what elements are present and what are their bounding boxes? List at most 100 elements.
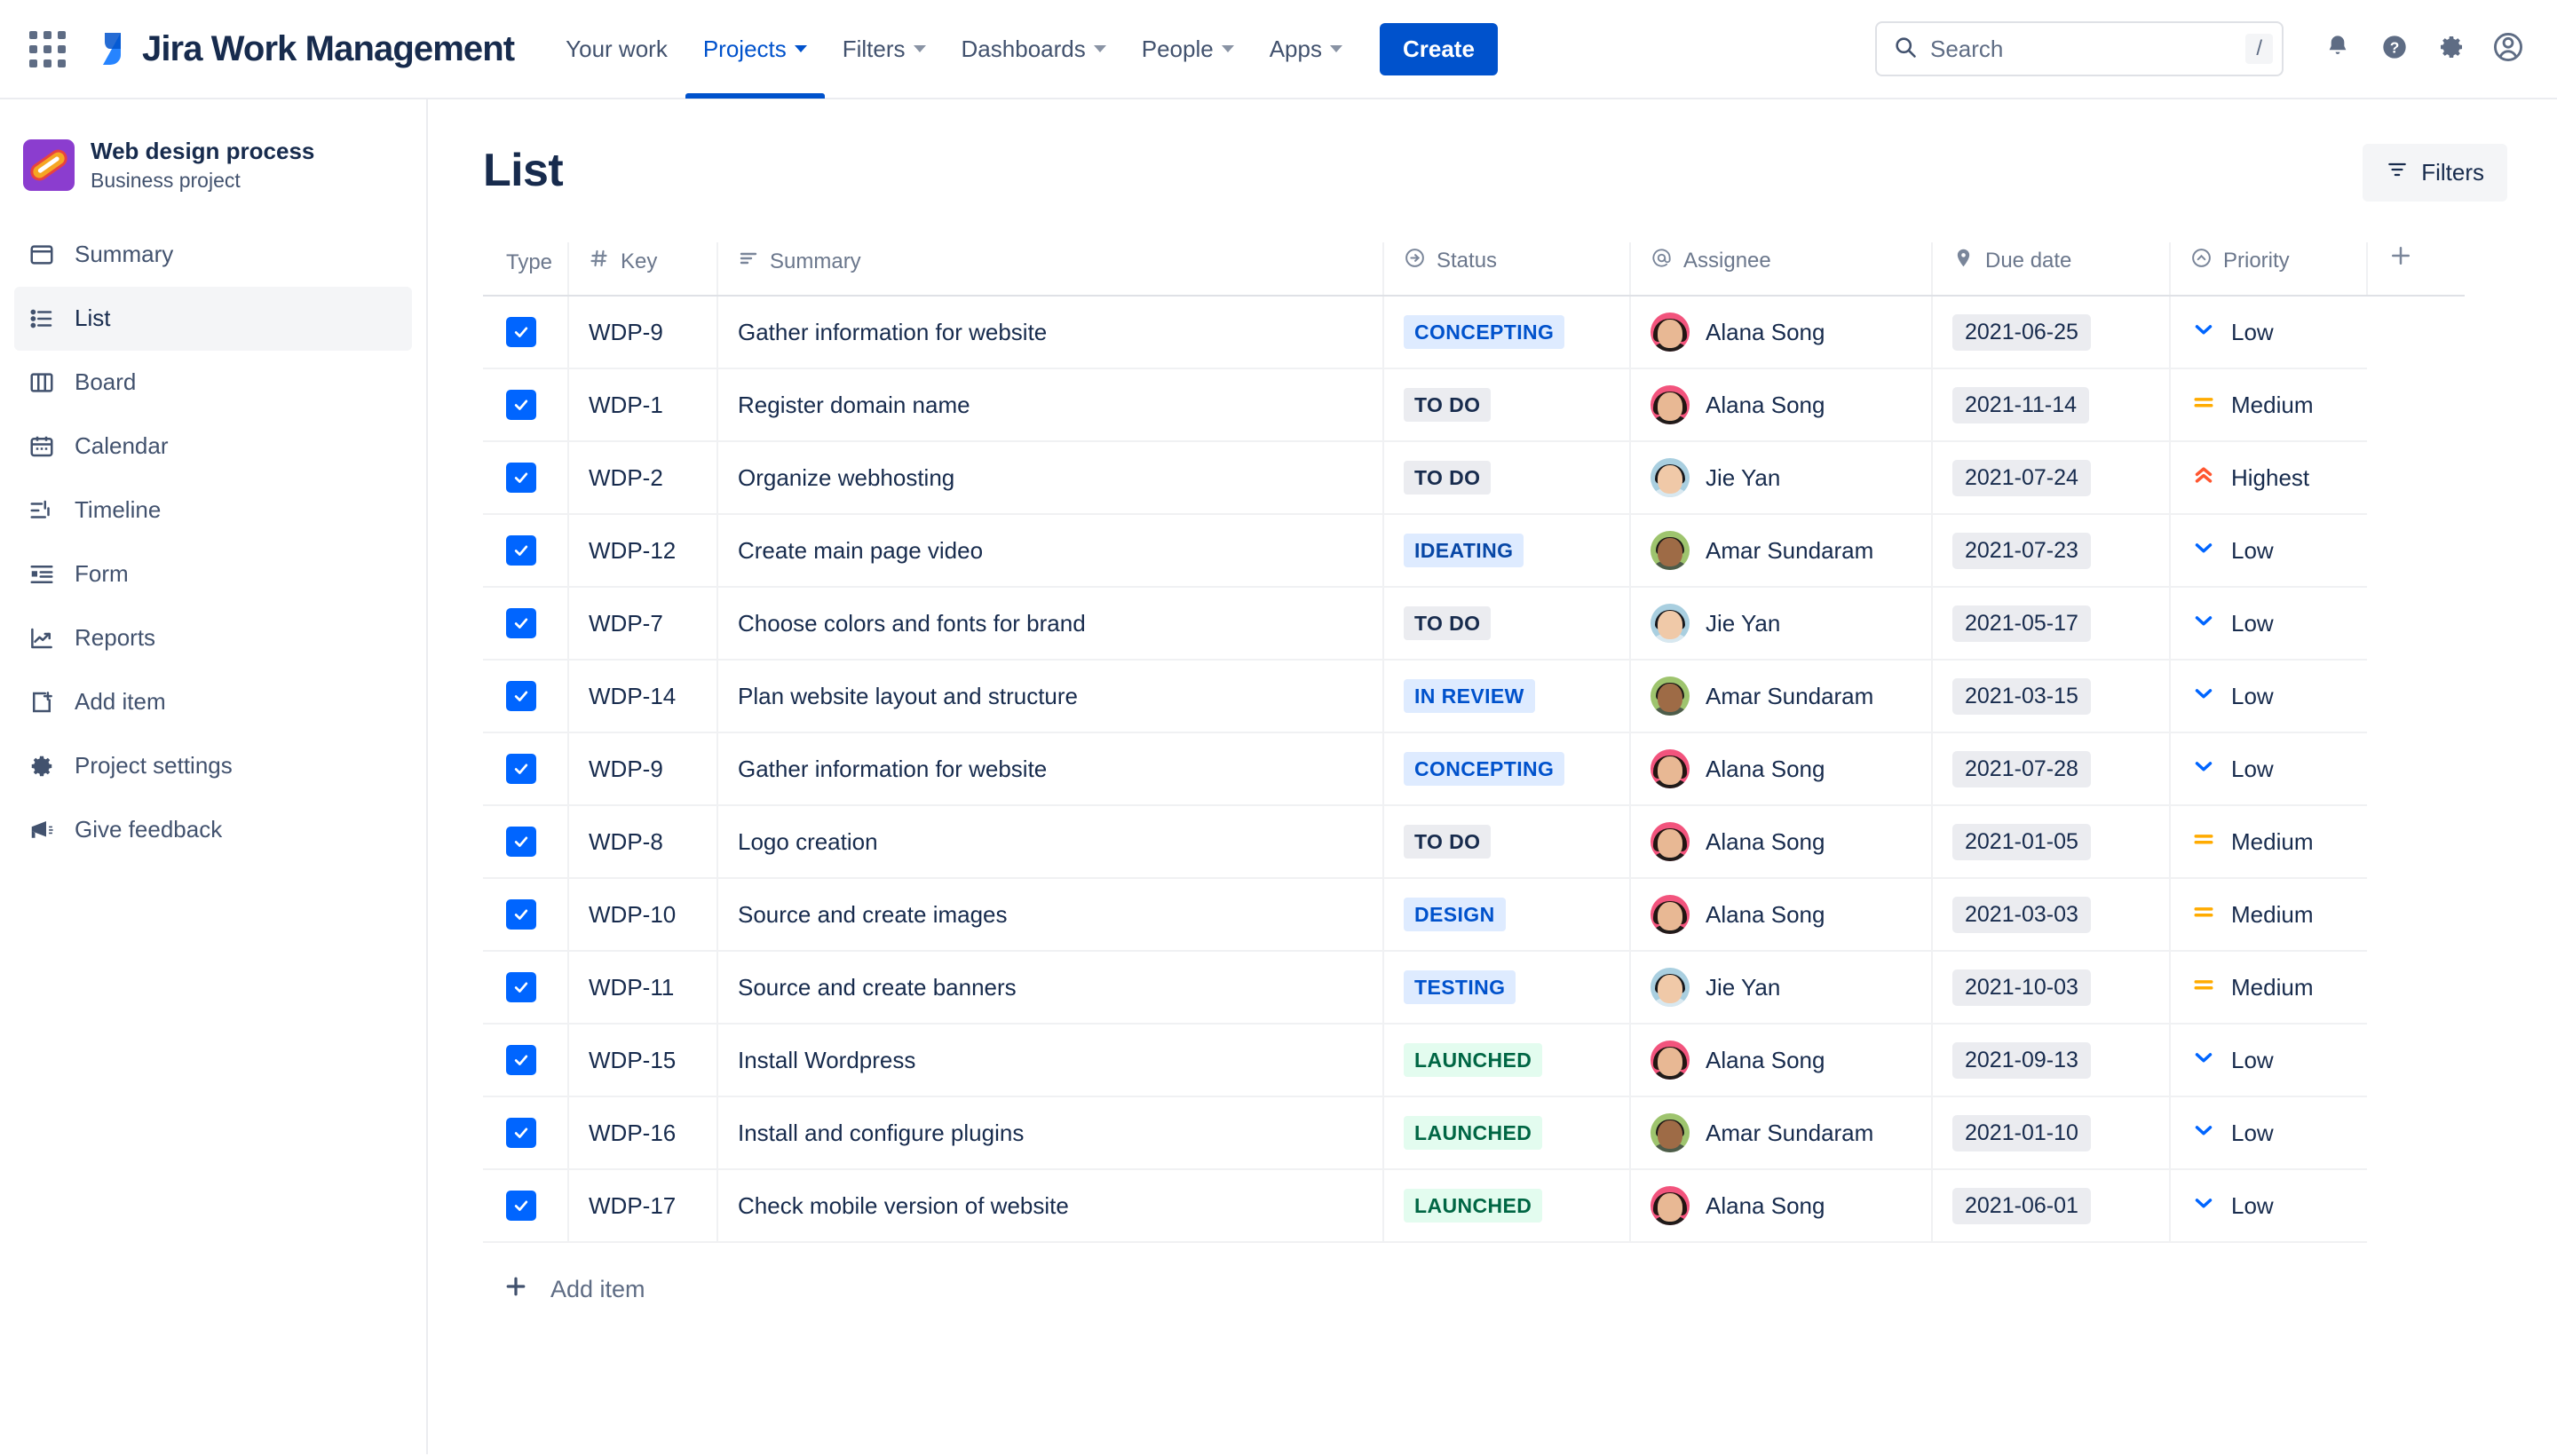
row-priority-cell[interactable]: Medium [2170,951,2367,1025]
row-priority-cell[interactable]: Low [2170,1024,2367,1097]
row-checkbox[interactable] [506,317,536,347]
sidebar-item-project-settings[interactable]: Project settings [14,734,412,798]
row-priority-cell[interactable]: Medium [2170,805,2367,879]
row-key[interactable]: WDP-7 [568,587,718,661]
row-due-date-cell[interactable]: 2021-05-17 [1932,587,2171,661]
nav-link-apps[interactable]: Apps [1252,0,1360,99]
row-status-cell[interactable]: LAUNCHED [1383,1169,1631,1243]
row-summary[interactable]: Choose colors and fonts for brand [717,587,1384,661]
sidebar-item-board[interactable]: Board [14,351,412,415]
row-status-cell[interactable]: TO DO [1383,368,1631,442]
row-status-cell[interactable]: TO DO [1383,441,1631,515]
sidebar-item-calendar[interactable]: Calendar [14,415,412,479]
row-priority-cell[interactable]: Low [2170,1096,2367,1170]
row-assignee-cell[interactable]: Alana Song [1630,805,1933,879]
project-header[interactable]: Web design process Business project [0,126,426,218]
sidebar-item-reports[interactable]: Reports [14,606,412,670]
row-status-cell[interactable]: TO DO [1383,805,1631,879]
row-priority-cell[interactable]: Low [2170,1169,2367,1243]
row-status-cell[interactable]: LAUNCHED [1383,1096,1631,1170]
row-priority-cell[interactable]: Low [2170,732,2367,806]
row-key[interactable]: WDP-15 [568,1024,718,1097]
row-due-date-cell[interactable]: 2021-11-14 [1932,368,2171,442]
table-row[interactable]: WDP-2 Organize webhosting TO DO Jie Yan 2021… [483,441,2465,515]
row-priority-cell[interactable]: Medium [2170,368,2367,442]
row-priority-cell[interactable]: Medium [2170,878,2367,952]
row-key[interactable]: WDP-14 [568,660,718,733]
row-summary[interactable]: Gather information for website [717,732,1384,806]
row-checkbox[interactable] [506,899,536,930]
row-checkbox[interactable] [506,1045,536,1075]
row-status-cell[interactable]: TO DO [1383,587,1631,661]
row-key[interactable]: WDP-10 [568,878,718,952]
sidebar-item-list[interactable]: List [14,286,412,351]
add-item-row-button[interactable]: Add item [483,1273,2507,1306]
row-checkbox[interactable] [506,827,536,857]
table-row[interactable]: WDP-16 Install and configure plugins LAUNC… [483,1096,2465,1170]
row-key[interactable]: WDP-9 [568,296,718,369]
sidebar-item-summary[interactable]: Summary [14,223,412,287]
row-checkbox[interactable] [506,1191,536,1221]
row-summary[interactable]: Plan website layout and structure [717,660,1384,733]
table-row[interactable]: WDP-8 Logo creation TO DO Alana Song 2021-01… [483,805,2465,879]
column-header-status[interactable]: Status [1383,242,1631,297]
row-key[interactable]: WDP-2 [568,441,718,515]
nav-link-dashboards[interactable]: Dashboards [944,0,1124,99]
row-due-date-cell[interactable]: 2021-06-25 [1932,296,2171,369]
row-assignee-cell[interactable]: Alana Song [1630,296,1933,369]
table-row[interactable]: WDP-10 Source and create images DESIGN Alan… [483,878,2465,952]
row-summary[interactable]: Organize webhosting [717,441,1384,515]
sidebar-item-give-feedback[interactable]: Give feedback [14,798,412,862]
nav-link-projects[interactable]: Projects [685,0,825,99]
nav-link-filters[interactable]: Filters [825,0,944,99]
row-assignee-cell[interactable]: Alana Song [1630,732,1933,806]
row-checkbox[interactable] [506,535,536,566]
row-checkbox[interactable] [506,681,536,711]
brand-home-link[interactable]: Jira Work Management [94,29,515,69]
column-header-type[interactable]: Type [483,242,569,297]
app-switcher-button[interactable] [20,21,75,76]
row-key[interactable]: WDP-16 [568,1096,718,1170]
row-checkbox[interactable] [506,754,536,784]
row-assignee-cell[interactable]: Alana Song [1630,1024,1933,1097]
row-checkbox[interactable] [506,972,536,1002]
row-summary[interactable]: Create main page video [717,514,1384,588]
row-assignee-cell[interactable]: Amar Sundaram [1630,1096,1933,1170]
row-checkbox[interactable] [506,463,536,493]
row-summary[interactable]: Logo creation [717,805,1384,879]
row-checkbox[interactable] [506,390,536,420]
row-assignee-cell[interactable]: Jie Yan [1630,587,1933,661]
row-due-date-cell[interactable]: 2021-07-23 [1932,514,2171,588]
row-key[interactable]: WDP-12 [568,514,718,588]
row-priority-cell[interactable]: Low [2170,296,2367,369]
row-key[interactable]: WDP-9 [568,732,718,806]
nav-link-your-work[interactable]: Your work [548,0,685,99]
user-account-button[interactable] [2482,23,2534,75]
column-header-priority[interactable]: Priority [2170,242,2368,297]
column-header-due-date[interactable]: Due date [1932,242,2171,297]
table-row[interactable]: WDP-1 Register domain name TO DO Alana Song… [483,368,2465,442]
help-button[interactable]: ? [2369,23,2420,75]
filters-button[interactable]: Filters [2363,144,2507,202]
table-row[interactable]: WDP-9 Gather information for website CONCE… [483,296,2465,369]
row-due-date-cell[interactable]: 2021-07-24 [1932,441,2171,515]
row-checkbox[interactable] [506,1118,536,1148]
row-due-date-cell[interactable]: 2021-03-15 [1932,660,2171,733]
row-status-cell[interactable]: DESIGN [1383,878,1631,952]
column-header-summary[interactable]: Summary [717,242,1384,297]
row-status-cell[interactable]: LAUNCHED [1383,1024,1631,1097]
table-row[interactable]: WDP-15 Install Wordpress LAUNCHED Alana Son… [483,1024,2465,1097]
row-due-date-cell[interactable]: 2021-03-03 [1932,878,2171,952]
row-due-date-cell[interactable]: 2021-01-10 [1932,1096,2171,1170]
row-priority-cell[interactable]: Low [2170,587,2367,661]
row-status-cell[interactable]: CONCEPTING [1383,732,1631,806]
row-key[interactable]: WDP-17 [568,1169,718,1243]
row-summary[interactable]: Source and create images [717,878,1384,952]
row-summary[interactable]: Install and configure plugins [717,1096,1384,1170]
table-row[interactable]: WDP-12 Create main page video IDEATING Amar… [483,514,2465,588]
settings-button[interactable] [2426,23,2477,75]
row-checkbox[interactable] [506,608,536,638]
row-key[interactable]: WDP-11 [568,951,718,1025]
column-header-assignee[interactable]: Assignee [1630,242,1933,297]
row-assignee-cell[interactable]: Alana Song [1630,368,1933,442]
